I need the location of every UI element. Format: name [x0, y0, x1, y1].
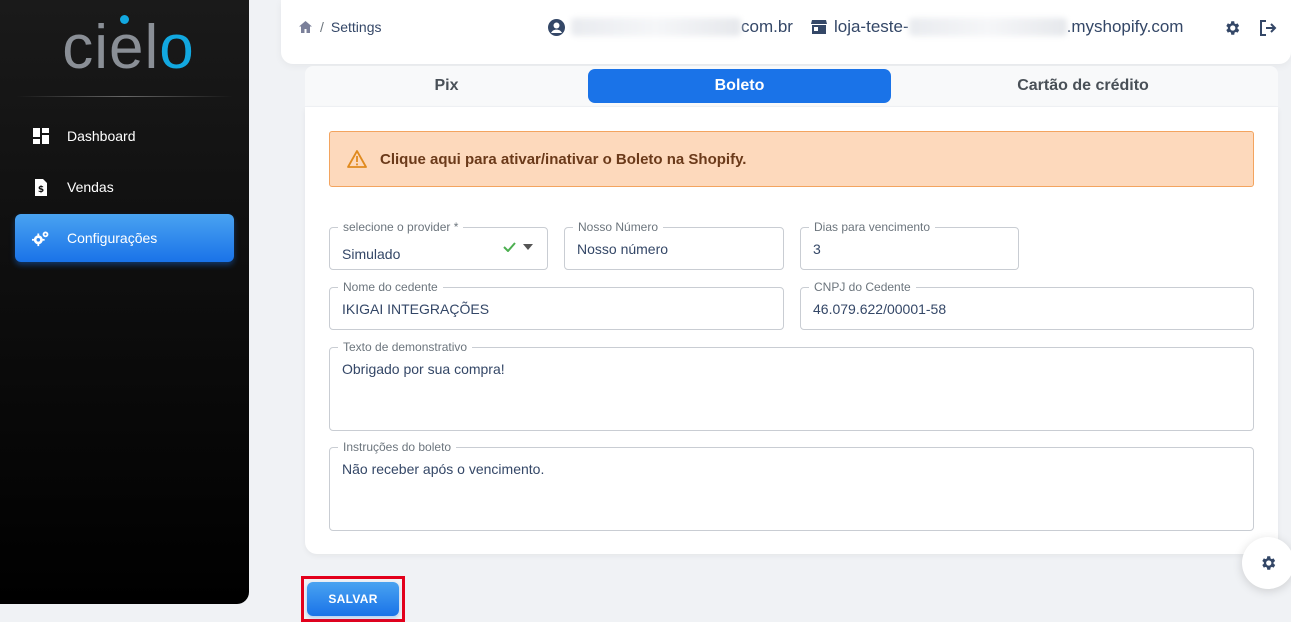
warning-icon: [347, 150, 367, 168]
svg-text:$: $: [38, 185, 44, 195]
texto-demonstrativo-textarea[interactable]: Texto de demonstrativo Obrigado por sua …: [329, 340, 1254, 431]
dias-vencimento-value: 3: [813, 241, 821, 257]
payment-method-tabs: Pix Boleto Cartão de crédito: [305, 66, 1278, 106]
nosso-numero-label: Nosso Número: [573, 220, 664, 234]
boleto-settings-card: Clique aqui para ativar/inativar o Bolet…: [305, 107, 1278, 554]
nosso-numero-field[interactable]: Nosso Número Nosso número: [564, 220, 784, 270]
tab-cartao-credito[interactable]: Cartão de crédito: [891, 69, 1275, 103]
cnpj-cedente-value: 46.079.622/00001-58: [813, 301, 947, 317]
store-suffix: .myshopify.com: [1066, 17, 1184, 36]
nome-cedente-value: IKIGAI INTEGRAÇÕES: [342, 301, 490, 317]
redacted-email: [571, 18, 741, 36]
instrucoes-boleto-value: Não receber após o vencimento.: [342, 461, 545, 477]
provider-value: Simulado: [342, 246, 401, 262]
tab-boleto[interactable]: Boleto: [588, 69, 891, 103]
receipt-icon: $: [32, 178, 50, 196]
store-icon: [810, 20, 827, 34]
sidebar-item-label: Configurações: [67, 230, 158, 246]
save-button[interactable]: SALVAR: [307, 582, 399, 616]
nosso-numero-placeholder: Nosso número: [577, 241, 669, 257]
texto-demonstrativo-label: Texto de demonstrativo: [338, 340, 473, 354]
account-info: com.br loja-teste- .myshopify.com: [548, 17, 1183, 37]
brand-logo[interactable]: cielo: [0, 0, 249, 96]
user-icon: [548, 18, 565, 36]
floating-settings-button[interactable]: [1242, 537, 1291, 589]
gears-icon: [32, 229, 50, 247]
redacted-store: [908, 18, 1067, 36]
sidebar: cielo Dashboard $ Vendas Configurações: [0, 0, 249, 604]
cnpj-cedente-label: CNPJ do Cedente: [809, 280, 916, 294]
cnpj-cedente-field[interactable]: CNPJ do Cedente 46.079.622/00001-58: [800, 280, 1254, 330]
settings-gear-icon: [1259, 554, 1277, 572]
provider-select[interactable]: selecione o provider * Simulado: [329, 220, 548, 270]
nome-cedente-label: Nome do cedente: [338, 280, 443, 294]
sidebar-item-label: Dashboard: [67, 128, 136, 144]
texto-demonstrativo-value: Obrigado por sua compra!: [342, 361, 505, 377]
shopify-activation-alert[interactable]: Clique aqui para ativar/inativar o Bolet…: [329, 131, 1254, 187]
brand-name: cielo: [62, 13, 195, 82]
chevron-down-icon[interactable]: [523, 244, 533, 250]
dias-vencimento-label: Dias para vencimento: [809, 220, 936, 234]
provider-label: selecione o provider *: [338, 220, 464, 234]
save-highlight-box: SALVAR: [301, 576, 405, 622]
check-icon: [503, 242, 516, 252]
settings-gear-icon[interactable]: [1223, 19, 1241, 42]
store-prefix: loja-teste-: [833, 17, 909, 36]
alert-text: Clique aqui para ativar/inativar o Bolet…: [380, 150, 747, 168]
dias-vencimento-field[interactable]: Dias para vencimento 3: [800, 220, 1019, 270]
sidebar-nav: Dashboard $ Vendas Configurações: [0, 97, 249, 262]
top-navbar: / Settings com.br loja-teste- .myshopify…: [281, 0, 1291, 64]
breadcrumb-current: Settings: [330, 19, 382, 35]
breadcrumb: / Settings: [299, 19, 381, 35]
sidebar-item-label: Vendas: [67, 179, 114, 195]
tab-pix[interactable]: Pix: [305, 69, 588, 103]
nome-cedente-field[interactable]: Nome do cedente IKIGAI INTEGRAÇÕES: [329, 280, 784, 330]
sidebar-item-configuracoes[interactable]: Configurações: [15, 214, 234, 262]
instrucoes-boleto-textarea[interactable]: Instruções do boleto Não receber após o …: [329, 440, 1254, 531]
account-email-suffix: com.br: [741, 17, 793, 36]
home-icon[interactable]: [299, 21, 312, 33]
select-icons: [503, 242, 533, 252]
sidebar-item-dashboard[interactable]: Dashboard: [15, 112, 234, 160]
sidebar-item-vendas[interactable]: $ Vendas: [15, 163, 234, 211]
dashboard-icon: [32, 127, 50, 145]
logout-icon[interactable]: [1259, 19, 1277, 42]
instrucoes-boleto-label: Instruções do boleto: [338, 440, 457, 454]
breadcrumb-separator: /: [320, 19, 324, 35]
